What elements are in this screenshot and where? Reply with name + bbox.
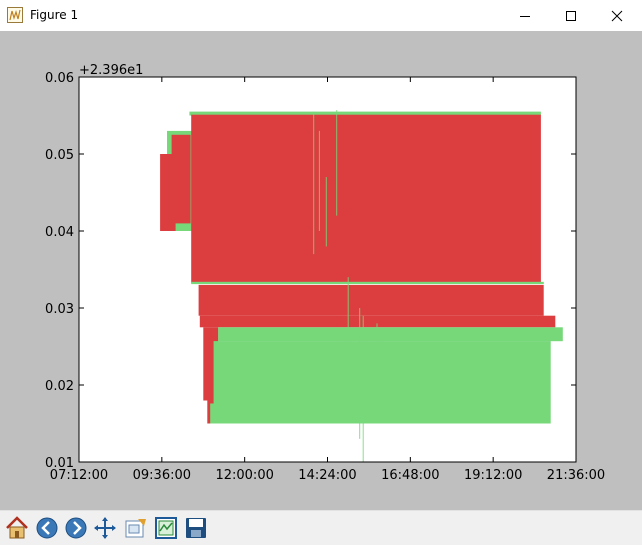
title-bar: Figure 1 <box>0 0 642 31</box>
close-icon <box>611 10 623 21</box>
save-button[interactable] <box>182 514 210 542</box>
bar-10 <box>218 327 563 342</box>
bar-7 <box>199 315 556 328</box>
bar-12 <box>210 403 551 424</box>
maximize-button[interactable] <box>548 0 594 31</box>
matplotlib-app-icon <box>7 7 23 23</box>
bar-2 <box>171 134 191 224</box>
x-tick-label-3: 14:24:00 <box>298 468 356 483</box>
y-offset-label: +2.396e1 <box>79 63 143 78</box>
close-button[interactable] <box>594 0 640 31</box>
bar-6 <box>198 284 544 316</box>
x-tick-label-6: 21:36:00 <box>547 468 605 483</box>
minimize-button[interactable] <box>502 0 548 31</box>
save-disk-icon <box>186 518 206 538</box>
chart: 07:12:00 09:36:00 12:00:00 14:24:00 16:48:00… <box>45 63 605 483</box>
figure-window: Figure 1 07:12:00 09:36:00 12:00:00 14:24:0… <box>0 0 642 545</box>
maximize-icon <box>566 10 576 21</box>
forward-arrow-icon <box>65 517 87 539</box>
configure-subplots-button[interactable] <box>152 514 180 542</box>
y-tick-label-4: 0.05 <box>45 148 74 163</box>
pan-button[interactable] <box>91 514 119 542</box>
y-tick-label-0: 0.01 <box>45 456 74 471</box>
y-tick-label-2: 0.03 <box>45 302 74 317</box>
y-tick-label-5: 0.06 <box>45 71 74 86</box>
bar-11 <box>213 341 551 404</box>
forward-button[interactable] <box>62 514 90 542</box>
x-tick-label-4: 16:48:00 <box>381 468 439 483</box>
navigation-toolbar <box>0 510 642 545</box>
figure-canvas[interactable]: 07:12:00 09:36:00 12:00:00 14:24:00 16:48:00… <box>0 31 642 510</box>
x-tick-label-5: 19:12:00 <box>464 468 522 483</box>
subplots-icon <box>155 517 177 539</box>
home-icon <box>6 516 28 539</box>
zoom-rect-icon <box>125 519 146 538</box>
window-title: Figure 1 <box>30 8 79 22</box>
home-button[interactable] <box>3 514 31 542</box>
bar-5 <box>191 281 544 285</box>
back-arrow-icon <box>36 517 58 539</box>
x-tick-label-1: 09:36:00 <box>133 468 191 483</box>
x-tick-label-2: 12:00:00 <box>215 468 273 483</box>
back-button[interactable] <box>33 514 61 542</box>
zoom-button[interactable] <box>122 514 150 542</box>
y-tick-label-3: 0.04 <box>45 225 74 240</box>
y-tick-label-1: 0.02 <box>45 379 74 394</box>
bar-4 <box>191 114 541 284</box>
move-arrows-icon <box>94 517 116 539</box>
minimize-icon <box>520 15 530 17</box>
